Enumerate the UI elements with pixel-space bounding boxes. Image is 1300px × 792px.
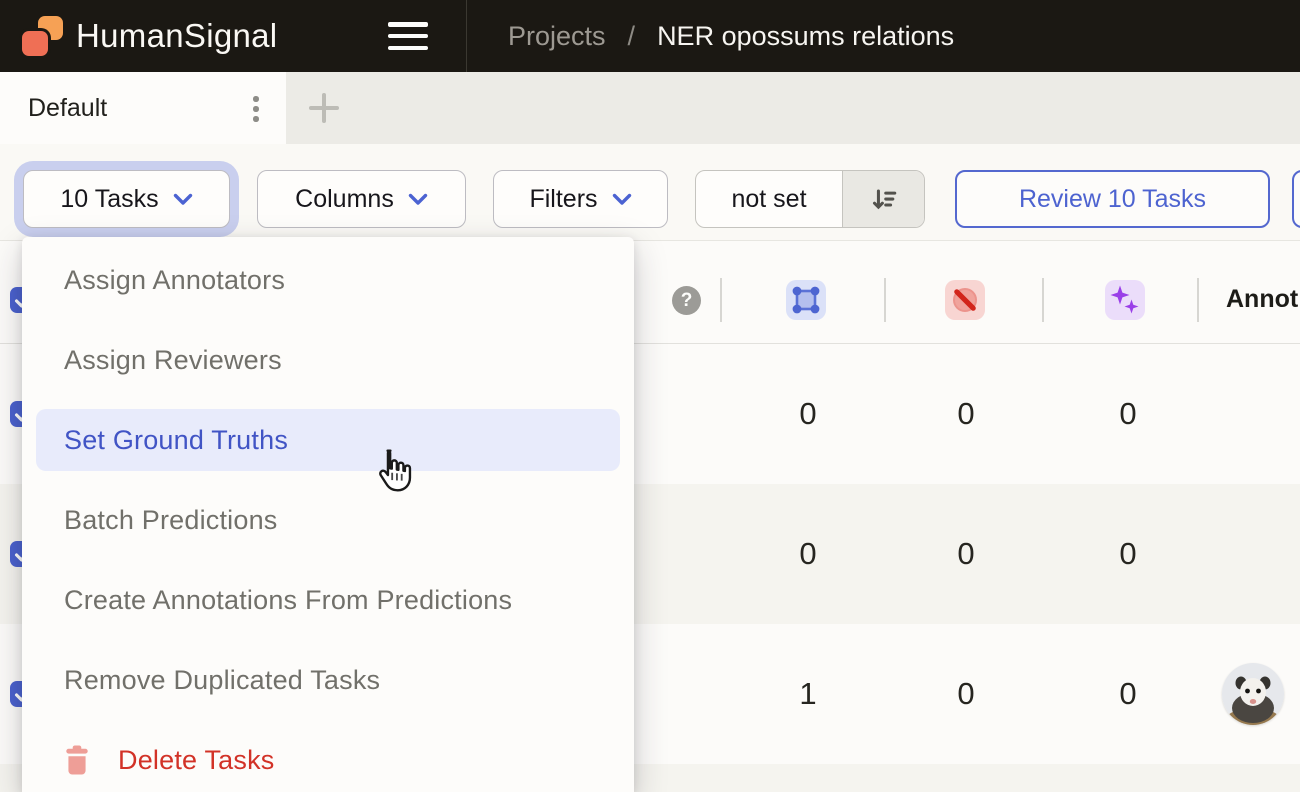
breadcrumb-separator: / — [628, 21, 636, 52]
top-header: HumanSignal Projects / NER opossums rela… — [0, 0, 1300, 72]
column-divider — [884, 278, 886, 322]
column-divider — [1197, 278, 1199, 322]
tab-options-button[interactable] — [252, 94, 260, 124]
humansignal-logo-icon — [22, 14, 64, 58]
tab-default[interactable]: Default — [0, 72, 286, 144]
menu-item-remove-duplicated-tasks[interactable]: Remove Duplicated Tasks — [22, 640, 634, 720]
chevron-down-icon — [173, 193, 193, 206]
chevron-down-icon — [408, 193, 428, 206]
hamburger-icon — [388, 22, 428, 27]
menu-item-set-ground-truths[interactable]: Set Ground Truths — [36, 409, 620, 471]
menu-item-delete-tasks[interactable]: Delete Tasks — [22, 720, 634, 792]
opossum-avatar-image — [1222, 663, 1284, 725]
breadcrumb: Projects / NER opossums relations — [508, 0, 954, 72]
menu-item-create-annotations-from-predictions[interactable]: Create Annotations From Predictions — [22, 560, 634, 640]
column-annotations-icon[interactable] — [786, 280, 826, 320]
toolbar: 10 Tasks Columns Filters not set — [0, 144, 1300, 241]
trash-icon — [64, 745, 90, 775]
column-header-annotated[interactable]: Annot — [1226, 285, 1300, 314]
annotations-region-icon — [786, 280, 826, 320]
column-skipped-icon[interactable] — [945, 280, 985, 320]
cell-skipped: 0 — [944, 675, 988, 713]
cell-predictions: 0 — [1106, 535, 1150, 573]
breadcrumb-current: NER opossums relations — [657, 21, 954, 52]
review-tasks-button[interactable]: Review 10 Tasks — [955, 170, 1270, 228]
help-icon[interactable]: ? — [672, 286, 701, 315]
toolbar-button-cutoff[interactable] — [1292, 170, 1300, 228]
cell-annotations: 0 — [786, 535, 830, 573]
cell-skipped: 0 — [944, 535, 988, 573]
order-value-button[interactable]: not set — [696, 171, 842, 227]
sort-descending-icon — [870, 186, 897, 213]
menu-item-assign-annotators[interactable]: Assign Annotators — [22, 240, 634, 320]
bulk-actions-menu: Assign Annotators Assign Reviewers Set G… — [22, 237, 634, 792]
cell-predictions: 0 — [1106, 395, 1150, 433]
hamburger-menu-button[interactable] — [388, 22, 428, 50]
tab-bar: Default — [0, 72, 1300, 144]
filters-button[interactable]: Filters — [493, 170, 668, 228]
tab-label: Default — [28, 94, 107, 123]
tasks-actions-button[interactable]: 10 Tasks — [23, 170, 230, 228]
breadcrumb-projects-link[interactable]: Projects — [508, 21, 606, 52]
data-manager-screen: ? Annot — [0, 0, 1300, 792]
add-tab-button[interactable] — [306, 90, 342, 126]
header-divider — [466, 0, 467, 72]
column-divider — [720, 278, 722, 322]
annotator-avatar — [1222, 663, 1284, 725]
predictions-sparkles-icon — [1105, 280, 1145, 320]
order-control: not set — [695, 170, 925, 228]
menu-item-assign-reviewers[interactable]: Assign Reviewers — [22, 320, 634, 400]
sort-direction-button[interactable] — [842, 171, 924, 227]
kebab-icon — [253, 96, 259, 102]
cell-predictions: 0 — [1106, 675, 1150, 713]
column-predictions-icon[interactable] — [1105, 280, 1145, 320]
cell-annotations: 1 — [786, 675, 830, 713]
brand-name: HumanSignal — [76, 17, 277, 55]
cell-skipped: 0 — [944, 395, 988, 433]
cell-annotations: 0 — [786, 395, 830, 433]
chevron-down-icon — [612, 193, 632, 206]
column-divider — [1042, 278, 1044, 322]
menu-item-batch-predictions[interactable]: Batch Predictions — [22, 480, 634, 560]
columns-button[interactable]: Columns — [257, 170, 466, 228]
skipped-cancelled-icon — [945, 280, 985, 320]
brand-logo[interactable]: HumanSignal — [22, 14, 277, 58]
